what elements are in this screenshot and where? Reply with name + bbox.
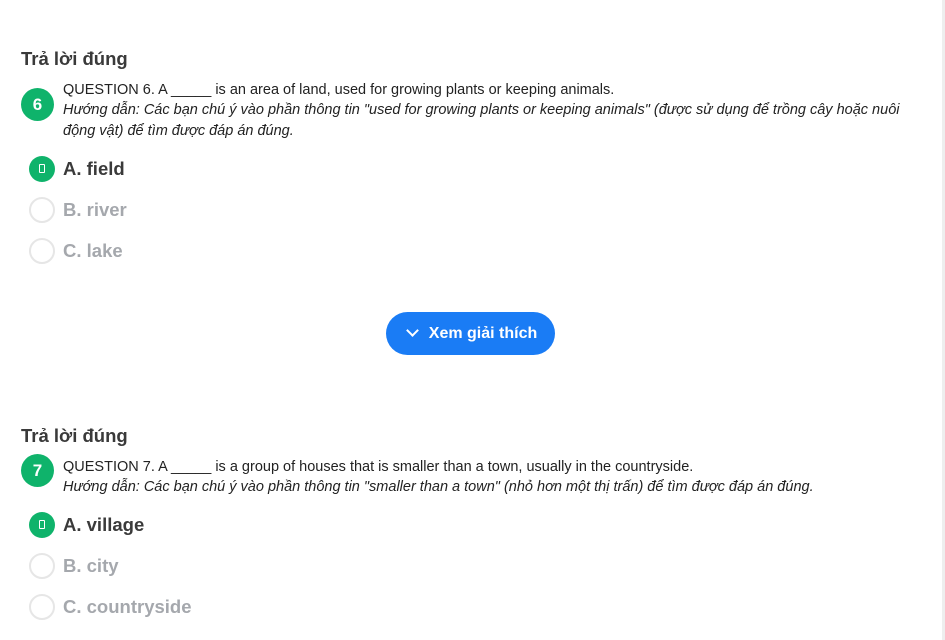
explain-button-wrap: Xem giải thích [0,312,945,355]
question-hint: Hướng dẫn: Các bạn chú ý vào phần thông … [63,479,814,495]
radio-button[interactable] [29,238,55,264]
view-explanation-button[interactable]: Xem giải thích [385,312,556,355]
option-a-village[interactable]: A. village [21,512,921,553]
option-label: A. field [63,158,125,179]
options-list: A. field B. river C. lake [21,156,921,279]
radio-button[interactable] [29,553,55,579]
option-c-lake[interactable]: C. lake [21,238,921,279]
check-icon[interactable] [29,156,55,182]
option-label: B. city [63,555,119,576]
option-label: A. village [63,514,145,535]
option-b-river[interactable]: B. river [21,197,921,238]
question-text: QUESTION 6. A _____ is an area of land, … [63,82,615,98]
question-block-6: Trả lời đúng 6 QUESTION 6. A _____ is an… [21,46,921,279]
option-label: B. river [63,199,127,220]
options-list: A. village B. city C. countryside [21,512,921,635]
check-icon[interactable] [29,512,55,538]
question-block-7: Trả lời đúng 7 QUESTION 7. A _____ is a … [21,423,921,635]
radio-button[interactable] [29,594,55,620]
view-explanation-label: Xem giải thích [428,325,538,342]
question-7: 7 QUESTION 7. A _____ is a group of hous… [21,454,921,498]
question-6: 6 QUESTION 6. A _____ is an area of land… [21,80,921,142]
question-hint: Hướng dẫn: Các bạn chú ý vào phần thông … [63,102,900,139]
option-c-countryside[interactable]: C. countryside [21,594,921,635]
question-text: QUESTION 7. A _____ is a group of houses… [63,459,694,475]
chevron-down-icon [405,324,419,337]
option-label: C. lake [63,240,123,261]
result-title: Trả lời đúng [21,425,128,446]
question-number-badge: 7 [21,454,54,487]
option-a-field[interactable]: A. field [21,156,921,197]
radio-button[interactable] [29,197,55,223]
option-label: C. countryside [63,596,192,617]
quiz-results-page: Trả lời đúng 6 QUESTION 6. A _____ is an… [0,0,945,640]
result-title: Trả lời đúng [21,48,128,69]
question-number-badge: 6 [21,88,54,121]
option-b-city[interactable]: B. city [21,553,921,594]
